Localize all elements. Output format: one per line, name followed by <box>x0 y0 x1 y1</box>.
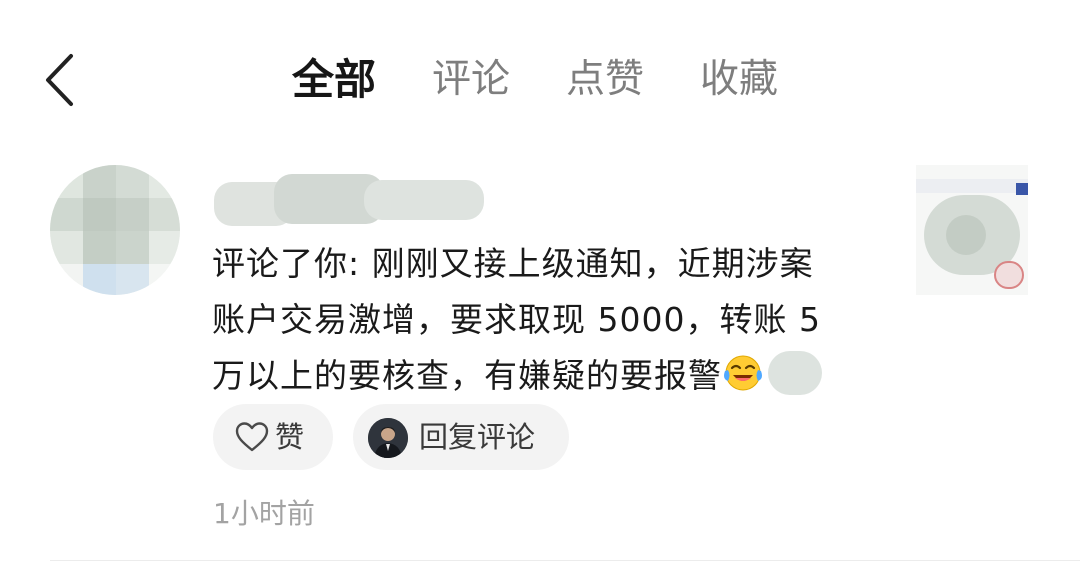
divider <box>50 560 1080 561</box>
redacted-emoji <box>768 351 822 395</box>
timestamp: 1小时前 <box>213 497 315 530</box>
tab-comments[interactable]: 评论 <box>432 50 510 110</box>
comment-line-last: 万以上的要核查，有嫌疑的要报警 <box>212 348 852 404</box>
comment-line: 评论了你: 刚刚又接上级通知，近期涉案 <box>212 244 814 283</box>
user-avatar[interactable] <box>50 165 180 295</box>
face-with-tears-of-joy-icon <box>724 355 762 391</box>
like-button[interactable]: 赞 <box>213 404 333 470</box>
heart-icon <box>235 422 269 452</box>
chevron-left-icon <box>46 54 73 106</box>
avatar <box>368 418 408 458</box>
back-button[interactable] <box>40 52 80 108</box>
tab-all[interactable]: 全部 <box>292 50 376 110</box>
comment-text: 评论了你: 刚刚又接上级通知，近期涉案 账户交易激增，要求取现 5000，转账 … <box>212 236 852 404</box>
username-redacted[interactable] <box>214 172 484 228</box>
post-thumbnail[interactable] <box>916 165 1028 295</box>
reply-label: 回复评论 <box>419 420 536 454</box>
like-label: 赞 <box>275 420 305 454</box>
comment-line: 万以上的要核查，有嫌疑的要报警 <box>212 356 722 395</box>
reply-comment-button[interactable]: 回复评论 <box>353 404 569 470</box>
tab-favorites[interactable]: 收藏 <box>700 50 778 110</box>
comment-line: 账户交易激增，要求取现 5000，转账 5 <box>212 300 821 339</box>
tab-likes[interactable]: 点赞 <box>566 50 644 110</box>
